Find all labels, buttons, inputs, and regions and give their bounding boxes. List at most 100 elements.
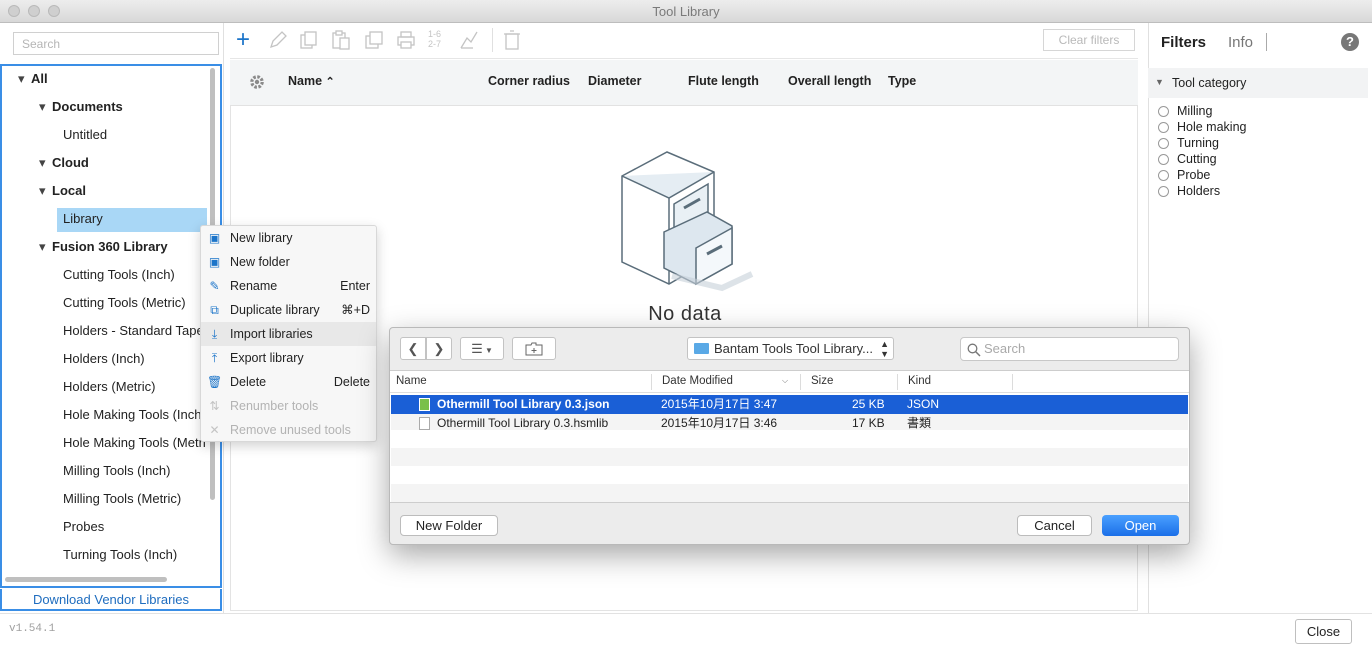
file-row[interactable]: Othermill Tool Library 0.3.hsmlib 2015年10… xyxy=(391,414,1188,433)
column-diameter[interactable]: Diameter xyxy=(588,74,642,88)
menu-item-new-folder[interactable]: ▣ New folder xyxy=(201,250,376,274)
tree-horizontal-scrollbar[interactable] xyxy=(5,577,167,582)
paste-icon[interactable] xyxy=(331,30,351,50)
menu-item-export-library[interactable]: ⤒ Export library xyxy=(201,346,376,370)
tree-item[interactable]: Turning Tools (Inch) xyxy=(63,542,177,568)
download-vendor-libraries-link[interactable]: Download Vendor Libraries xyxy=(0,589,222,611)
filter-radio[interactable] xyxy=(1158,186,1169,197)
new-library-icon: ▣ xyxy=(208,231,221,245)
menu-item-renumber-tools: ⇅ Renumber tools xyxy=(201,394,376,418)
filter-option-label[interactable]: Hole making xyxy=(1177,120,1246,134)
tree-item[interactable]: Library xyxy=(63,206,103,232)
col-kind[interactable]: Kind xyxy=(908,375,931,387)
menu-item-delete[interactable]: 🗑 Delete Delete xyxy=(201,370,376,394)
add-tool-icon[interactable]: + xyxy=(236,28,250,52)
filter-option-label[interactable]: Cutting xyxy=(1177,152,1217,166)
new-folder-button[interactable]: New Folder xyxy=(400,515,498,536)
menu-item-label: Delete xyxy=(230,375,267,389)
duplicate-icon[interactable] xyxy=(364,30,384,50)
menu-item-duplicate-library[interactable]: ⧉ Duplicate library ⌘+D xyxy=(201,298,376,322)
expand-chevron-icon[interactable]: ▾ xyxy=(39,156,49,169)
col-separator xyxy=(1012,374,1013,390)
magnifier-icon xyxy=(967,343,981,357)
file-list-header: Name Date Modified ⌵ Size Kind xyxy=(390,371,1189,393)
tab-info[interactable]: Info xyxy=(1228,34,1253,51)
file-size: 25 KB xyxy=(852,397,885,411)
tab-filters[interactable]: Filters xyxy=(1161,34,1206,51)
gear-icon[interactable] xyxy=(248,73,266,91)
tree-item[interactable]: Local xyxy=(52,178,86,204)
menu-item-label: Import libraries xyxy=(230,327,313,341)
tree-item[interactable]: Holders (Inch) xyxy=(63,346,145,372)
import-icon: ⤓ xyxy=(211,327,218,341)
file-row[interactable]: Othermill Tool Library 0.3.json 2015年10月1… xyxy=(391,395,1188,414)
file-size: 17 KB xyxy=(852,416,885,430)
collapse-chevron-icon[interactable]: ▼ xyxy=(1155,77,1164,87)
column-overall-length[interactable]: Overall length xyxy=(788,74,871,88)
col-name[interactable]: Name xyxy=(396,375,427,387)
menu-item-shortcut: Delete xyxy=(333,375,370,389)
help-icon[interactable]: ? xyxy=(1341,33,1359,51)
column-flute-length[interactable]: Flute length xyxy=(688,74,759,88)
col-date-modified[interactable]: Date Modified xyxy=(662,375,733,387)
filter-radio[interactable] xyxy=(1158,122,1169,133)
tree-item[interactable]: Holders - Standard Tape xyxy=(63,318,204,344)
filter-radio[interactable] xyxy=(1158,170,1169,181)
menu-item-label: New folder xyxy=(230,255,290,269)
menu-item-import-libraries[interactable]: ⤓ Import libraries xyxy=(201,322,376,346)
tree-item[interactable]: Hole Making Tools (Metri xyxy=(63,430,206,456)
filter-option-label[interactable]: Milling xyxy=(1177,104,1212,118)
sort-chevron-icon: ⌵ xyxy=(782,376,789,385)
dialog-search-input[interactable]: Search xyxy=(960,337,1179,361)
column-type[interactable]: Type xyxy=(888,74,916,88)
tree-item[interactable]: Untitled xyxy=(63,122,107,148)
open-button[interactable]: Open xyxy=(1102,515,1179,536)
filter-option-label[interactable]: Turning xyxy=(1177,136,1219,150)
menu-item-rename[interactable]: ✎ Rename Enter xyxy=(201,274,376,298)
back-button[interactable]: ❮ xyxy=(400,337,426,360)
tree-item[interactable]: Cutting Tools (Inch) xyxy=(63,262,175,288)
copy-icon[interactable] xyxy=(299,30,319,50)
cancel-button[interactable]: Cancel xyxy=(1017,515,1092,536)
view-mode-button[interactable]: ☰ ▼ xyxy=(460,337,504,360)
expand-chevron-icon[interactable]: ▾ xyxy=(39,184,49,197)
expand-chevron-icon[interactable]: ▾ xyxy=(39,240,49,253)
forward-button[interactable]: ❯ xyxy=(426,337,452,360)
new-folder-icon-button[interactable] xyxy=(512,337,556,360)
filter-radio[interactable] xyxy=(1158,154,1169,165)
empty-state-label: No data xyxy=(648,303,722,325)
remove-unused-icon[interactable] xyxy=(459,30,479,50)
tree-item[interactable]: All xyxy=(31,66,48,92)
library-search-input[interactable]: Search xyxy=(13,32,219,55)
menu-item-new-library[interactable]: ▣ New library xyxy=(201,226,376,250)
tree-item[interactable]: Holders (Metric) xyxy=(63,374,155,400)
menu-item-shortcut: Enter xyxy=(340,279,370,293)
renumber-icon[interactable]: 1-6 2-7 xyxy=(428,29,441,49)
tree-item[interactable]: Documents xyxy=(52,94,123,120)
tree-item[interactable]: Fusion 360 Library xyxy=(52,234,168,260)
menu-item-label: Duplicate library xyxy=(230,303,320,317)
tree-item[interactable]: Milling Tools (Inch) xyxy=(63,458,170,484)
tree-item[interactable]: Cutting Tools (Metric) xyxy=(63,290,186,316)
col-size[interactable]: Size xyxy=(811,375,833,387)
location-popup[interactable]: Bantam Tools Tool Library... ▲ ▼ xyxy=(687,337,894,360)
trash-icon[interactable] xyxy=(502,29,522,51)
filter-option-label[interactable]: Probe xyxy=(1177,168,1210,182)
tree-item[interactable]: Probes xyxy=(63,514,104,540)
edit-icon[interactable] xyxy=(268,30,288,50)
clear-filters-button[interactable]: Clear filters xyxy=(1043,29,1135,51)
tree-item[interactable]: Cloud xyxy=(52,150,89,176)
expand-chevron-icon[interactable]: ▾ xyxy=(39,100,49,113)
expand-chevron-icon[interactable]: ▾ xyxy=(18,72,28,85)
filter-radio[interactable] xyxy=(1158,106,1169,117)
tree-item[interactable]: Hole Making Tools (Inch xyxy=(63,402,202,428)
print-icon[interactable] xyxy=(396,30,416,50)
filter-radio[interactable] xyxy=(1158,138,1169,149)
menu-item-remove-unused-tools: ✕ Remove unused tools xyxy=(201,418,376,442)
close-button[interactable]: Close xyxy=(1295,619,1352,644)
column-name[interactable]: Name ⌃ xyxy=(288,74,335,88)
filter-option-label[interactable]: Holders xyxy=(1177,184,1220,198)
file-icon xyxy=(419,398,430,411)
tree-item[interactable]: Milling Tools (Metric) xyxy=(63,486,181,512)
column-corner-radius[interactable]: Corner radius xyxy=(488,74,570,88)
